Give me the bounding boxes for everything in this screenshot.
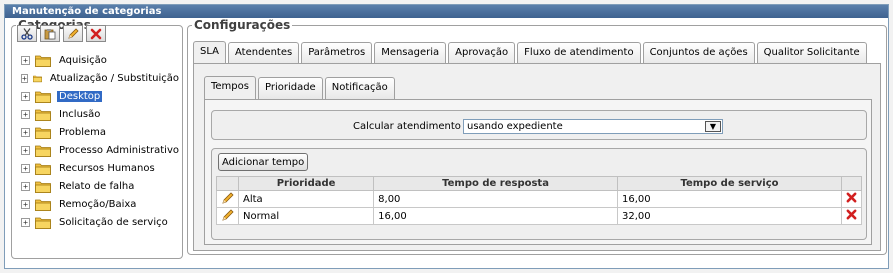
- row-edit-button[interactable]: [216, 190, 239, 208]
- config-tabs: SLA Atendentes Parâmetros Mensageria Aprovaç…: [193, 41, 869, 64]
- cell-priority: Normal: [237, 207, 375, 225]
- cell-service-time: 32,00: [616, 207, 843, 225]
- category-label: Problema: [59, 126, 107, 138]
- category-item[interactable]: + Problema: [21, 123, 181, 141]
- folder-icon: [32, 75, 42, 82]
- category-tree: + Aquisição + Atualização / Substituição + De…: [21, 51, 181, 231]
- tempos-panel: Calcular atendimento : usando expediente…: [204, 99, 872, 245]
- edit-icon: [68, 27, 79, 39]
- paste-icon: [44, 28, 56, 39]
- sla-sub-tabs: Tempos Prioridade Notificação: [204, 76, 397, 99]
- expand-icon[interactable]: +: [21, 127, 30, 137]
- cell-service-time: 16,00: [616, 190, 843, 208]
- delete-icon: [846, 209, 857, 220]
- expand-icon[interactable]: +: [21, 91, 30, 101]
- category-item[interactable]: + Desktop: [21, 87, 181, 105]
- table-header-row: Prioridade Tempo de resposta Tempo de se…: [216, 176, 862, 191]
- expand-icon[interactable]: +: [21, 199, 30, 209]
- category-label: Recursos Humanos: [59, 162, 155, 174]
- subtab-notifica-o[interactable]: Notificação: [324, 77, 395, 99]
- header-priority: Prioridade: [237, 176, 375, 191]
- edit-button[interactable]: [63, 25, 83, 42]
- folder-icon: [35, 199, 51, 211]
- tab-par-metros[interactable]: Parâmetros: [301, 42, 373, 64]
- subtab-prioridade[interactable]: Prioridade: [257, 77, 323, 99]
- category-label: Desktop: [57, 90, 103, 102]
- tab-qualitor-solicitante[interactable]: Qualitor Solicitante: [756, 42, 867, 64]
- table-row: Alta 8,00 16,00: [216, 190, 862, 208]
- delete-button[interactable]: [86, 25, 106, 42]
- category-item[interactable]: + Relato de falha: [21, 177, 181, 195]
- category-label: Atualização / Substituição: [49, 72, 179, 84]
- category-label: Inclusão: [59, 108, 101, 120]
- tab-mensageria[interactable]: Mensageria: [374, 42, 447, 64]
- folder-icon: [35, 109, 51, 121]
- category-label: Remoção/Baixa: [59, 198, 137, 210]
- tab-conjuntos-de-a-es[interactable]: Conjuntos de ações: [642, 42, 755, 64]
- header-spacer: [216, 176, 239, 191]
- folder-icon: [35, 55, 51, 67]
- row-delete-button[interactable]: [841, 207, 862, 225]
- folder-icon: [35, 91, 51, 103]
- category-item[interactable]: + Inclusão: [21, 105, 181, 123]
- category-label: Aquisição: [59, 54, 107, 66]
- tab-fluxo-de-atendimento[interactable]: Fluxo de atendimento: [517, 42, 641, 64]
- folder-icon: [35, 145, 51, 157]
- category-item[interactable]: + Remoção/Baixa: [21, 195, 181, 213]
- sla-panel: Tempos Prioridade Notificação Calcular ate…: [193, 63, 881, 251]
- folder-icon: [35, 181, 51, 193]
- expand-icon[interactable]: +: [21, 73, 28, 83]
- expand-icon[interactable]: +: [21, 55, 30, 65]
- cut-button[interactable]: [17, 25, 37, 42]
- category-label: Relato de falha: [59, 180, 135, 192]
- header-response-time: Tempo de resposta: [373, 176, 618, 191]
- add-time-button[interactable]: Adicionar tempo: [218, 153, 309, 171]
- calc-select[interactable]: usando expediente ▼: [463, 119, 723, 134]
- maintenance-window: Manutenção de categorias Categorias: [4, 4, 889, 269]
- config-legend: Configurações: [194, 18, 291, 32]
- times-table: Prioridade Tempo de resposta Tempo de se…: [216, 176, 862, 225]
- paste-button[interactable]: [40, 25, 60, 42]
- times-section: Adicionar tempo Prioridade Tempo de resp…: [211, 148, 867, 240]
- calc-label: Calcular atendimento :: [353, 121, 468, 132]
- calc-section: Calcular atendimento : usando expediente…: [211, 110, 867, 140]
- folder-icon: [35, 163, 51, 175]
- header-spacer-end: [841, 176, 862, 191]
- cell-response-time: 16,00: [373, 207, 618, 225]
- expand-icon[interactable]: +: [21, 163, 30, 173]
- folder-icon: [35, 217, 51, 229]
- category-item[interactable]: + Processo Administrativo: [21, 141, 181, 159]
- row-delete-button[interactable]: [841, 190, 862, 208]
- header-service-time: Tempo de serviço: [616, 176, 843, 191]
- categories-toolbar: [17, 25, 106, 42]
- calc-select-value: usando expediente: [467, 121, 563, 132]
- category-item[interactable]: + Aquisição: [21, 51, 181, 69]
- expand-icon[interactable]: +: [21, 217, 30, 227]
- pencil-icon: [221, 208, 234, 221]
- delete-icon: [846, 192, 857, 203]
- category-label: Solicitação de serviço: [59, 216, 168, 228]
- pencil-icon: [221, 191, 234, 204]
- category-item[interactable]: + Atualização / Substituição: [21, 69, 181, 87]
- subtab-tempos[interactable]: Tempos: [204, 76, 256, 99]
- category-item[interactable]: + Recursos Humanos: [21, 159, 181, 177]
- window-title: Manutenção de categorias: [5, 5, 888, 18]
- cut-icon: [21, 27, 33, 40]
- category-item[interactable]: + Solicitação de serviço: [21, 213, 181, 231]
- folder-icon: [35, 127, 51, 139]
- expand-icon[interactable]: +: [21, 109, 30, 119]
- expand-icon[interactable]: +: [21, 181, 30, 191]
- category-label: Processo Administrativo: [59, 144, 179, 156]
- row-edit-button[interactable]: [216, 207, 239, 225]
- cell-response-time: 8,00: [373, 190, 618, 208]
- cell-priority: Alta: [237, 190, 375, 208]
- tab-sla[interactable]: SLA: [193, 41, 226, 64]
- expand-icon[interactable]: +: [21, 145, 30, 155]
- tab-atendentes[interactable]: Atendentes: [228, 42, 300, 64]
- table-row: Normal 16,00 32,00: [216, 207, 862, 225]
- delete-icon: [90, 28, 102, 39]
- chevron-down-icon[interactable]: ▼: [705, 121, 721, 132]
- tab-aprova-o[interactable]: Aprovação: [448, 42, 516, 64]
